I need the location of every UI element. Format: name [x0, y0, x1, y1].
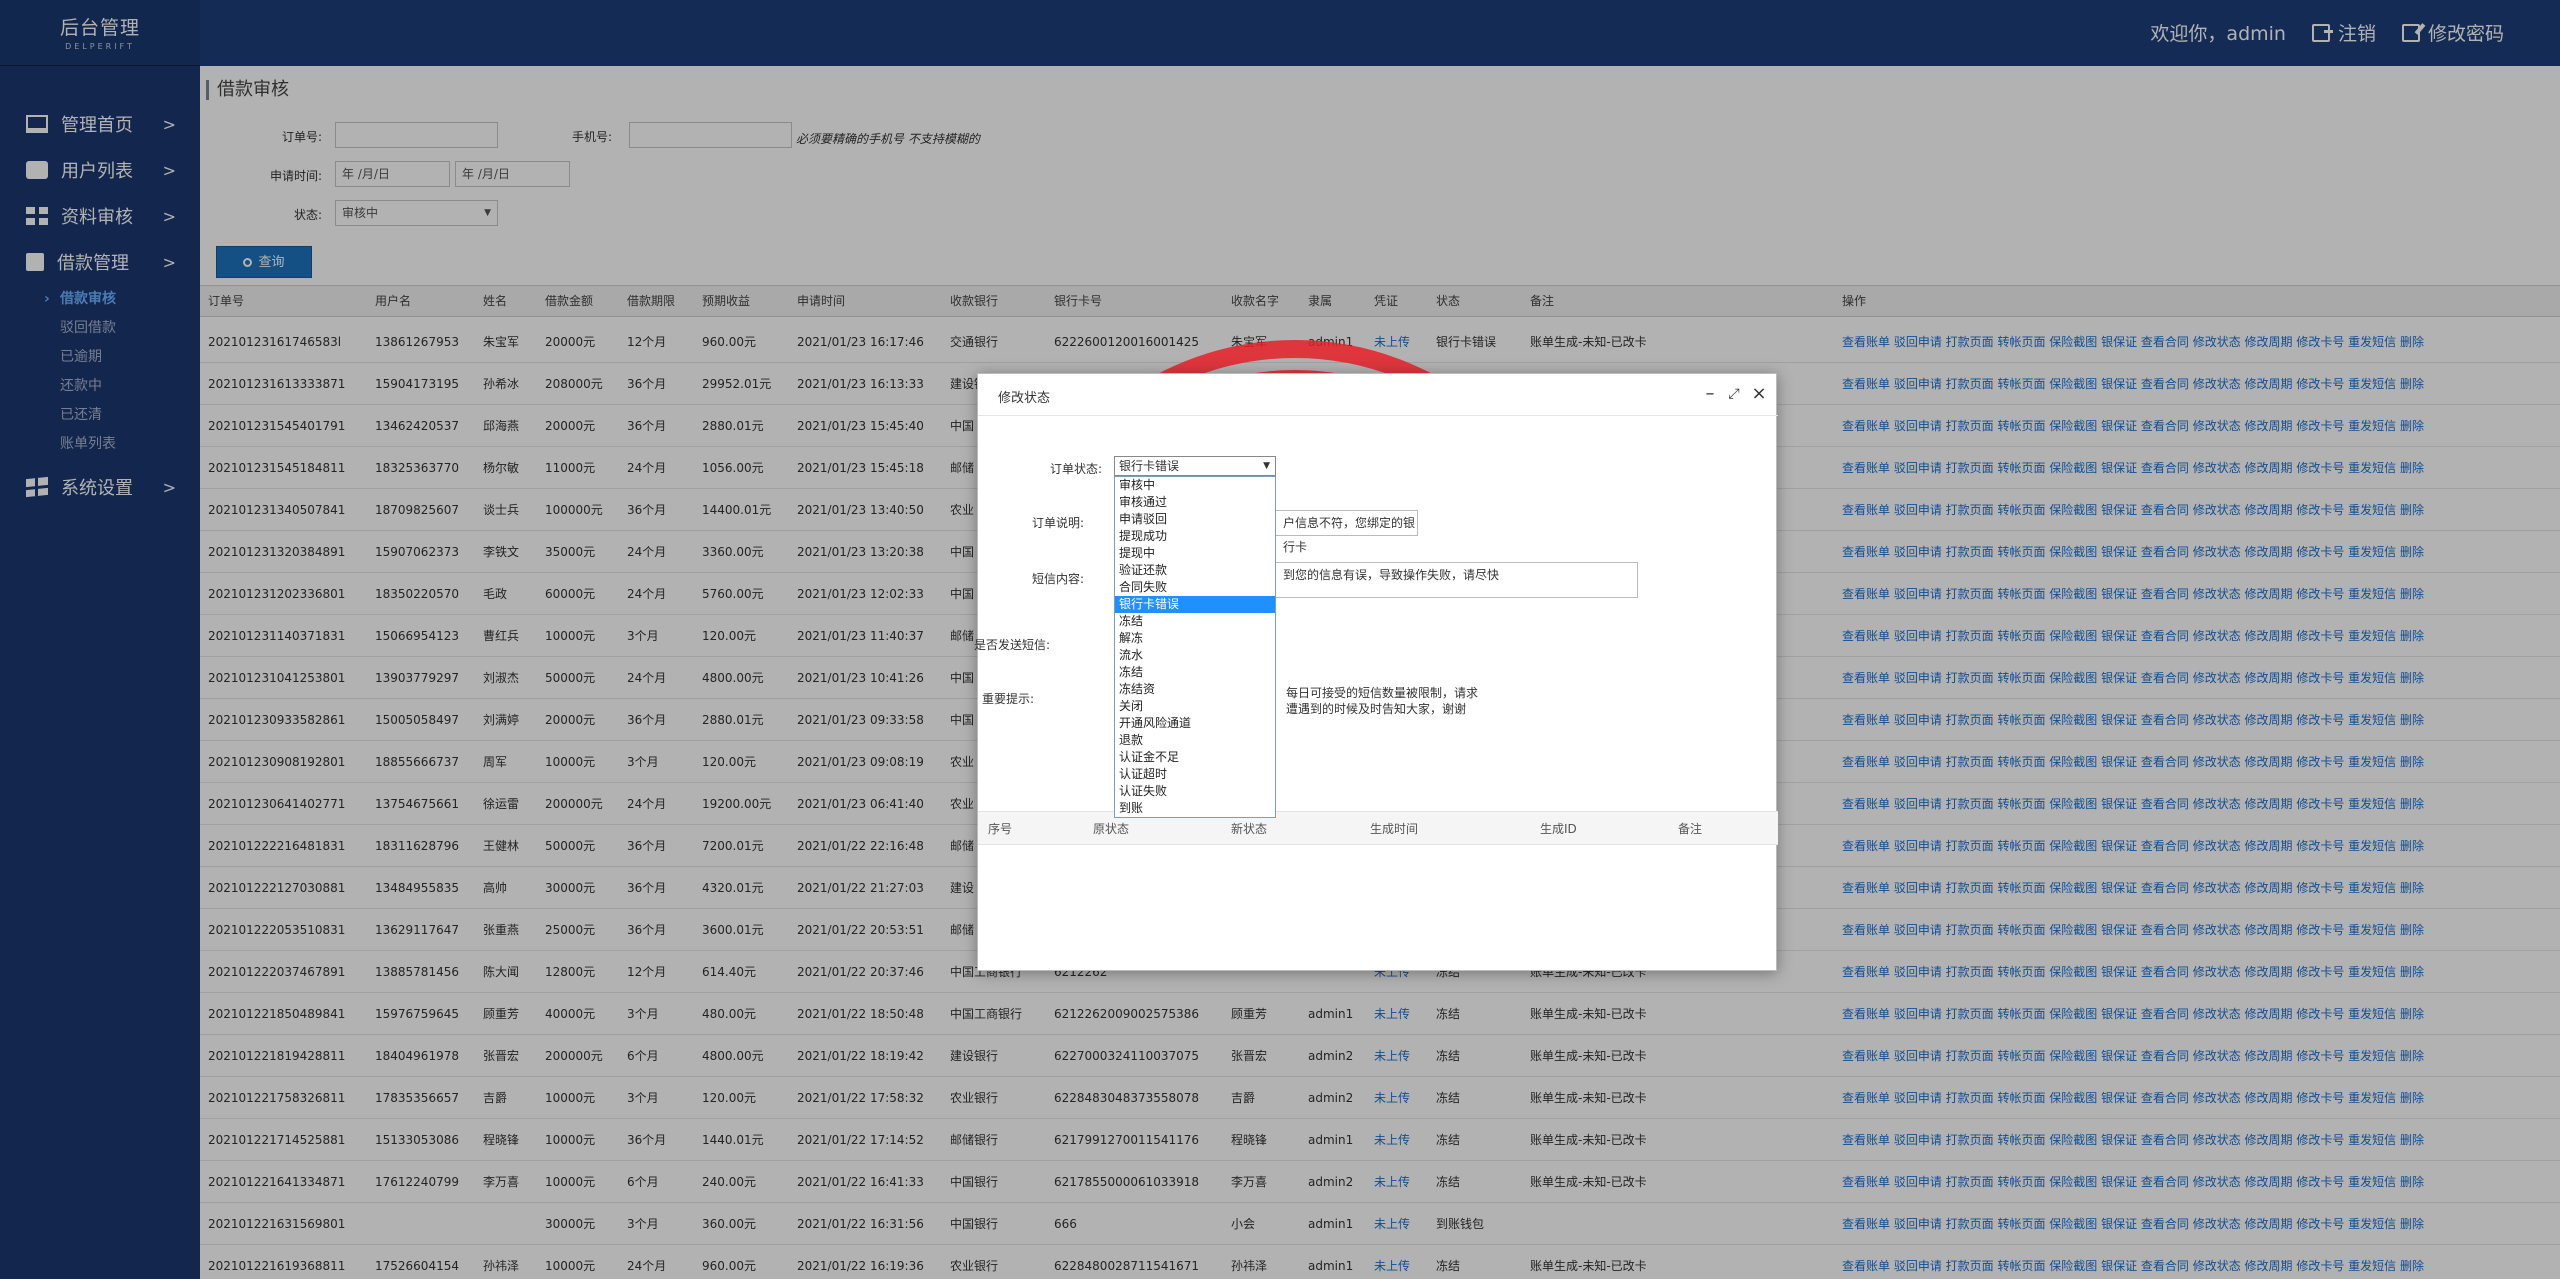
chevron-down-icon: ▼: [1263, 461, 1270, 471]
status-option[interactable]: 到账: [1115, 800, 1275, 817]
history-column-header: 序号: [988, 822, 1013, 836]
order-status-dropdown-list[interactable]: 审核中 审核通过 申请驳回 提现成功 提现中 验证还款 合同失败 银行卡错误 冻结 解冻 流水 冻结冻…: [1114, 476, 1276, 818]
sms-content-value: 到您的信息有误，导致操作失败，请尽快: [1283, 568, 1500, 582]
important-note-label: 重要提示:: [981, 692, 1034, 706]
status-option[interactable]: 解冻: [1115, 630, 1275, 647]
status-history-header: 序号 原状态 新状态 生成时间 生成ID 备注: [978, 811, 1778, 845]
minimize-icon[interactable]: –: [1700, 384, 1720, 404]
important-note-line-2: 遭遇到的时候及时告知大家，谢谢: [1286, 702, 1467, 716]
status-option[interactable]: 流水: [1115, 647, 1275, 664]
status-option[interactable]: 合同失败: [1115, 579, 1275, 596]
status-option[interactable]: 认证失败: [1115, 783, 1275, 800]
status-option[interactable]: 验证还款: [1115, 562, 1275, 579]
dialog-title: 修改状态: [998, 391, 1051, 406]
history-column-header: 生成ID: [1540, 822, 1577, 836]
change-status-dialog: 修改状态 – ⤢ × 订单状态: 银行卡错误 ▼ 订单说明: 户信息不符，您绑定…: [974, 373, 1778, 971]
status-option[interactable]: 申请驳回: [1115, 511, 1275, 528]
order-desc-label: 订单说明:: [1031, 516, 1084, 530]
history-column-header: 生成时间: [1370, 822, 1419, 836]
order-status-select[interactable]: 银行卡错误 ▼: [1114, 456, 1276, 476]
dialog-header: 修改状态 – ⤢ ×: [978, 374, 1778, 416]
status-option[interactable]: 冻结: [1115, 613, 1275, 630]
important-note-line-1: 每日可接受的短信数量被限制，请求: [1286, 686, 1479, 700]
sms-content-label: 短信内容:: [1031, 572, 1084, 586]
order-desc-value: 户信息不符，您绑定的银行卡: [1283, 516, 1416, 554]
status-option[interactable]: 提现成功: [1115, 528, 1275, 545]
send-sms-label: 是否发送短信:: [973, 638, 1050, 652]
maximize-icon[interactable]: ⤢: [1724, 384, 1744, 404]
status-option[interactable]: 退款: [1115, 732, 1275, 749]
order-status-label: 订单状态:: [1049, 462, 1102, 476]
status-option[interactable]: 提现中: [1115, 545, 1275, 562]
order-status-value: 银行卡错误: [1119, 459, 1180, 473]
status-option[interactable]: 冻结: [1115, 664, 1275, 681]
close-icon[interactable]: ×: [1749, 384, 1769, 404]
status-option[interactable]: 审核通过: [1115, 494, 1275, 511]
status-option[interactable]: 认证超时: [1115, 766, 1275, 783]
history-column-header: 备注: [1678, 822, 1703, 836]
status-option[interactable]: 银行卡错误: [1115, 596, 1275, 613]
status-option[interactable]: 认证金不足: [1115, 749, 1275, 766]
status-option[interactable]: 关闭: [1115, 698, 1275, 715]
status-option[interactable]: 开通风险通道: [1115, 715, 1275, 732]
status-option[interactable]: 审核中: [1115, 477, 1275, 494]
status-option[interactable]: 冻结资: [1115, 681, 1275, 698]
